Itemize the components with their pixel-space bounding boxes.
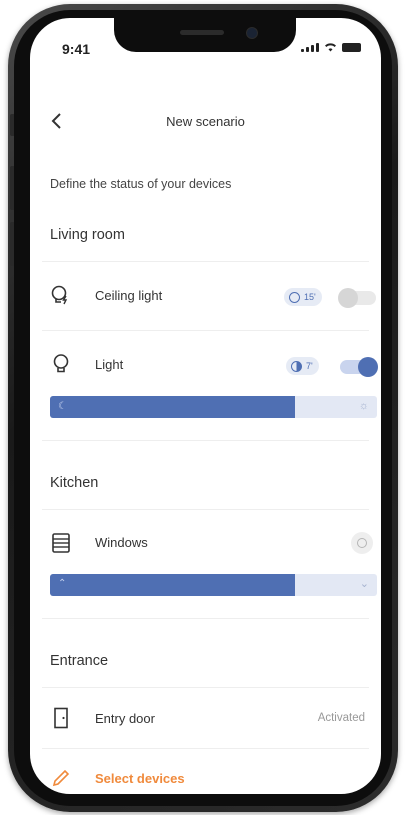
divider bbox=[42, 509, 369, 510]
toggle-knob bbox=[358, 357, 378, 377]
app-screen: 9:41 New scenario Define the status of y… bbox=[30, 18, 381, 794]
divider bbox=[42, 748, 369, 749]
status-time: 9:41 bbox=[62, 41, 91, 57]
timer-value: 15' bbox=[304, 292, 316, 302]
slider-fill bbox=[50, 396, 296, 418]
door-icon bbox=[54, 707, 68, 729]
speaker-grille bbox=[180, 30, 224, 35]
clock-icon bbox=[291, 360, 302, 372]
device-label: Entry door bbox=[95, 711, 155, 726]
windows-position-slider[interactable]: ⌃ ⌄ bbox=[50, 574, 377, 596]
timer-chip[interactable]: 15' bbox=[284, 288, 322, 306]
section-living-room: Living room bbox=[50, 227, 125, 243]
toggle-knob bbox=[338, 288, 358, 308]
timer-chip[interactable]: 7' bbox=[286, 357, 319, 375]
pencil-icon bbox=[52, 769, 70, 787]
light-brightness-slider[interactable]: ☾ ☼ bbox=[50, 396, 377, 418]
cellular-signal-icon bbox=[301, 43, 319, 52]
divider bbox=[42, 330, 369, 331]
clock-icon bbox=[357, 538, 367, 548]
slider-fill bbox=[50, 574, 296, 596]
battery-icon bbox=[342, 43, 361, 52]
section-kitchen: Kitchen bbox=[50, 475, 99, 491]
bulb-flash-icon bbox=[51, 285, 68, 305]
device-label: Ceiling light bbox=[95, 288, 163, 303]
notch bbox=[114, 18, 296, 52]
device-label: Windows bbox=[95, 535, 148, 550]
section-entrance: Entrance bbox=[50, 653, 109, 669]
divider bbox=[42, 261, 369, 262]
page-subtitle: Define the status of your devices bbox=[50, 177, 232, 191]
timer-button[interactable] bbox=[351, 532, 373, 554]
sun-icon: ☼ bbox=[358, 400, 369, 412]
light-toggle[interactable] bbox=[340, 357, 378, 377]
page-title: New scenario bbox=[166, 114, 245, 129]
clock-icon bbox=[289, 291, 300, 303]
ceiling-light-toggle[interactable] bbox=[338, 288, 376, 308]
timer-value: 7' bbox=[306, 361, 313, 371]
front-camera bbox=[246, 27, 258, 39]
divider bbox=[42, 440, 369, 441]
door-status: Activated bbox=[317, 712, 365, 724]
chevron-up-icon: ⌃ bbox=[58, 578, 67, 589]
device-label: Light bbox=[95, 357, 124, 372]
moon-icon: ☾ bbox=[58, 401, 67, 412]
divider bbox=[42, 618, 369, 619]
chevron-down-icon: ⌄ bbox=[359, 578, 369, 590]
status-icons bbox=[301, 42, 361, 52]
divider bbox=[42, 687, 369, 688]
select-devices-label: Select devices bbox=[95, 771, 185, 786]
wifi-icon bbox=[325, 43, 336, 52]
window-blind-icon bbox=[52, 533, 70, 553]
bulb-icon bbox=[53, 354, 69, 373]
